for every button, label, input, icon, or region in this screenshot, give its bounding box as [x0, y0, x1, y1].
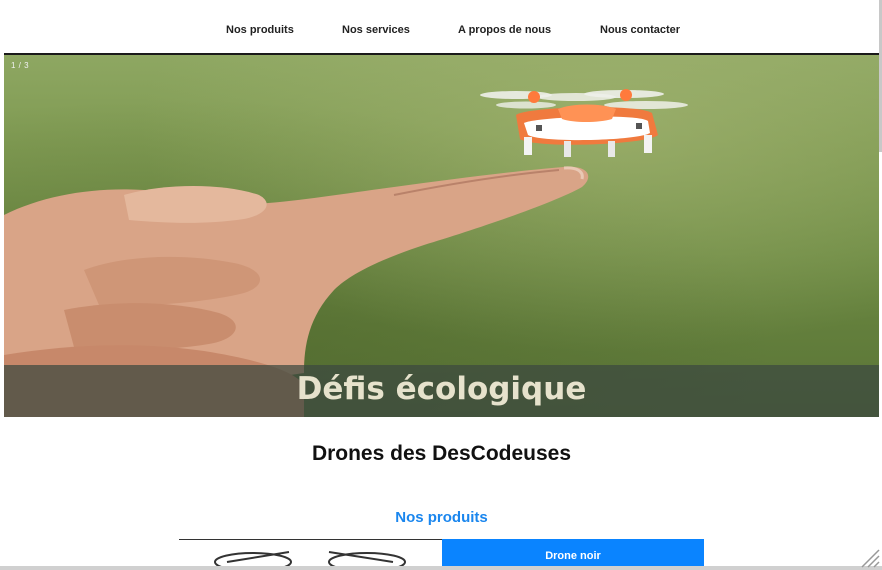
- nav-link-about[interactable]: A propos de nous: [458, 24, 551, 36]
- slide-counter: 1 / 3: [11, 61, 30, 70]
- products-heading: Nos produits: [395, 509, 488, 526]
- window-bottom-edge: [0, 566, 882, 570]
- hero-slideshow[interactable]: 1 / 3 Défis écologique: [4, 55, 879, 417]
- drone-image: [480, 89, 688, 157]
- site-title: Drones des DesCodeuses: [311, 442, 572, 465]
- product-name: Drone noir: [545, 550, 601, 562]
- nav-link-services[interactable]: Nos services: [342, 24, 410, 36]
- resize-grip-icon[interactable]: [858, 546, 880, 568]
- hand-image: [4, 166, 589, 417]
- top-navbar: Nos produits Nos services A propos de no…: [4, 0, 879, 55]
- slide-caption-bar: Défis écologique: [4, 365, 879, 417]
- page: Nos produits Nos services A propos de no…: [0, 0, 882, 570]
- nav-link-contact[interactable]: Nous contacter: [600, 24, 680, 36]
- nav-link-products[interactable]: Nos produits: [226, 24, 294, 36]
- slide-caption: Défis écologique: [296, 371, 587, 407]
